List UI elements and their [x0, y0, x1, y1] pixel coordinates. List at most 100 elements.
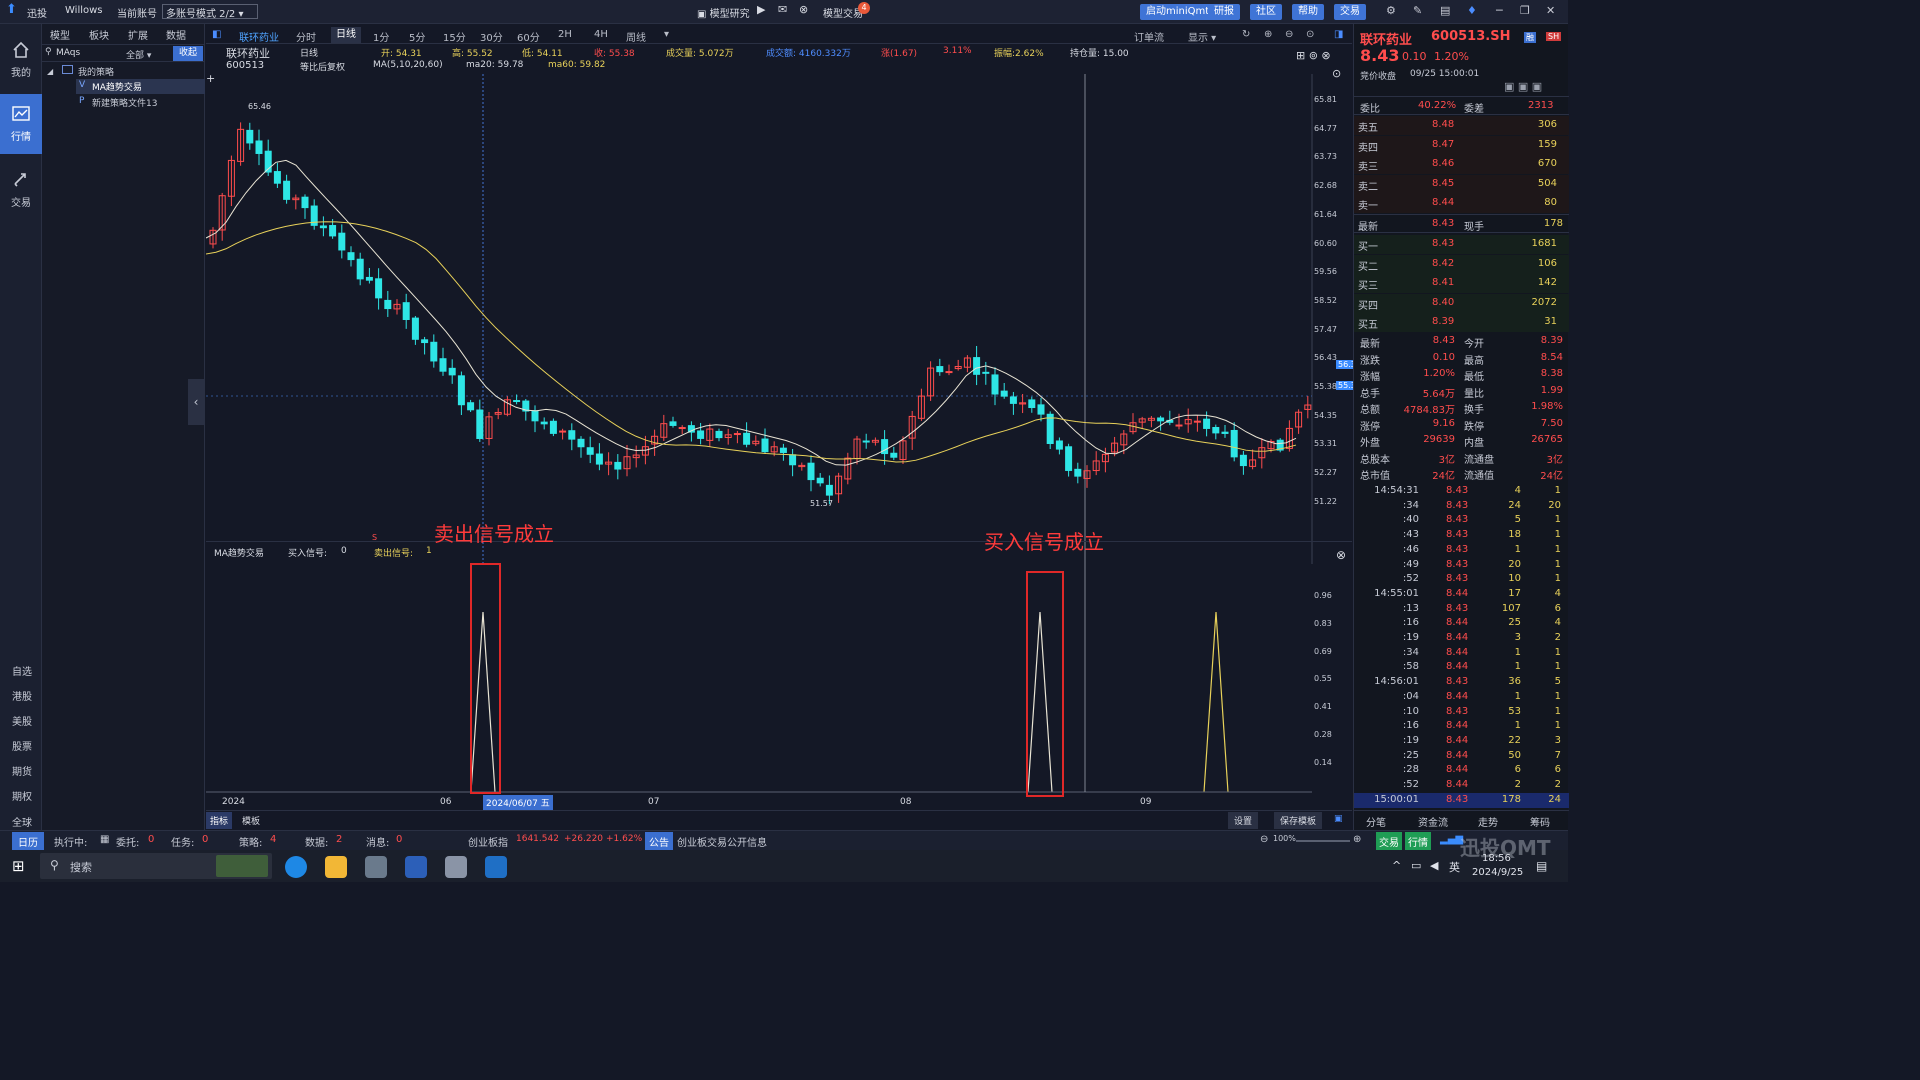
order-book-row[interactable]: 买二 8.42 106 [1354, 254, 1569, 274]
tab-4h[interactable]: 4H [594, 29, 608, 40]
save-template-button[interactable]: 保存模板 [1274, 812, 1323, 829]
entrust-label[interactable]: 委托: [116, 834, 139, 849]
research-button[interactable]: 研报 [1208, 4, 1240, 20]
tab-ticks[interactable]: 分笔 [1366, 814, 1386, 829]
tab-capital-flow[interactable]: 资金流 [1418, 814, 1448, 829]
zoom-in-icon[interactable]: ⊕ [1264, 29, 1272, 40]
more-periods-icon[interactable]: ▾ [664, 29, 669, 40]
layout-toggle-icon[interactable]: ▣ [1334, 814, 1343, 824]
help-button[interactable]: 帮助 [1292, 4, 1324, 20]
clock-date[interactable]: 2024/9/25 [1472, 867, 1523, 878]
panel-toggle-icon[interactable]: ◧ [212, 29, 221, 40]
collapse-button[interactable]: 收起 [173, 46, 203, 61]
menu-sector[interactable]: 板块 [89, 27, 109, 42]
tab-weekly[interactable]: 周线 [626, 29, 646, 44]
order-flow-button[interactable]: 订单流 [1134, 29, 1164, 44]
edit-icon[interactable]: ✎ [1413, 4, 1422, 17]
nav-stocks[interactable]: 股票 [12, 738, 32, 753]
task-label[interactable]: 任务: [171, 834, 194, 849]
order-book-row[interactable]: 买一 8.43 1681 [1354, 235, 1569, 254]
order-book-row[interactable]: 买五 8.39 31 [1354, 313, 1569, 333]
tab-60min[interactable]: 60分 [517, 29, 540, 44]
edge-browser-icon[interactable] [285, 856, 307, 878]
refresh-icon[interactable]: ↻ [1242, 29, 1250, 40]
order-book-row[interactable]: 买四 8.40 2072 [1354, 293, 1569, 313]
tree-item-ma-trend[interactable]: V MA趋势交易 [76, 79, 205, 94]
user-name[interactable]: Willows [65, 5, 103, 16]
quote-tools-icon[interactable]: ▣ ▣ ▣ [1504, 80, 1542, 93]
indicator-name[interactable]: MA趋势交易 [214, 546, 264, 559]
nav-futures[interactable]: 期货 [12, 763, 32, 778]
nav-us-stocks[interactable]: 美股 [12, 713, 32, 728]
split-view-icon[interactable]: ◨ [1334, 29, 1343, 40]
notification-icon[interactable]: ▤ [1536, 859, 1547, 873]
minimize-icon[interactable]: ─ [1496, 4, 1503, 17]
community-button[interactable]: 社区 [1250, 4, 1282, 20]
account-mode-select[interactable]: 多账号模式 2/2 ▾ [162, 4, 259, 20]
app-icon-1[interactable] [365, 856, 387, 878]
trade-button[interactable]: 交易 [1334, 4, 1366, 20]
volume-icon[interactable]: ◀ [1430, 859, 1438, 872]
nav-trade[interactable]: 交易 [0, 160, 42, 220]
nav-mine[interactable]: 我的 [0, 30, 42, 90]
notice-text[interactable]: 创业板交易公开信息 [677, 834, 767, 849]
tab-5min[interactable]: 5分 [409, 29, 425, 44]
tab-15min[interactable]: 15分 [443, 29, 466, 44]
tab-templates[interactable]: 模板 [242, 814, 260, 827]
order-book-row[interactable]: 卖三 8.46 670 [1354, 155, 1569, 175]
zoom-out-icon[interactable]: ⊖ [1285, 29, 1293, 40]
nav-global[interactable]: 全球 [12, 814, 32, 829]
zoom-slider[interactable] [1296, 840, 1350, 842]
tree-folder-label[interactable]: 我的策略 [78, 65, 114, 78]
tab-30min[interactable]: 30分 [480, 29, 503, 44]
start-miniqmt-button[interactable]: 启动miniQmt [1140, 4, 1216, 20]
filter-select[interactable]: 全部 ▾ [126, 48, 151, 61]
menu-data[interactable]: 数据 [166, 27, 186, 42]
xuntou-app-icon[interactable] [405, 856, 427, 878]
tab-model-research[interactable]: ▣ 模型研究 [697, 5, 750, 20]
tree-item-new-strategy[interactable]: P 新建策略文件13 [76, 95, 205, 110]
index-name[interactable]: 创业板指 [468, 834, 508, 849]
expand-arrow-icon[interactable]: ◢ [47, 67, 53, 76]
order-book-row[interactable]: 卖五 8.48 306 [1354, 116, 1569, 135]
nav-watchlist[interactable]: 自选 [12, 663, 32, 678]
mail-icon[interactable]: ✉ [778, 3, 787, 16]
windows-start-icon[interactable]: ⊞ [12, 857, 25, 875]
chart-tools-icon[interactable]: ⊞ ⊚ ⊗ [1296, 49, 1331, 62]
tab-2h[interactable]: 2H [558, 29, 572, 40]
display-menu[interactable]: 显示 ▾ [1188, 29, 1216, 44]
close-icon[interactable]: ✕ [1546, 4, 1555, 17]
file-explorer-icon[interactable] [325, 856, 347, 878]
data-label[interactable]: 数据: [305, 834, 328, 849]
order-book-row[interactable]: 卖四 8.47 159 [1354, 135, 1569, 155]
collapse-panel-chevron-icon[interactable]: ‹ [188, 379, 204, 425]
tab-trend[interactable]: 走势 [1478, 814, 1498, 829]
tab-chips[interactable]: 筹码 [1530, 814, 1550, 829]
order-book-row[interactable]: 买三 8.41 142 [1354, 274, 1569, 294]
taskbar-search-box[interactable]: ⚲ 搜索 [40, 853, 272, 879]
order-book-row[interactable]: 卖一 8.44 80 [1354, 194, 1569, 214]
quote-status-tag[interactable]: 行情 [1405, 832, 1431, 851]
search-input[interactable]: MAqs [56, 48, 80, 58]
message-label[interactable]: 消息: [366, 834, 389, 849]
trade-status-tag[interactable]: 交易 [1376, 832, 1402, 851]
tab-daily[interactable]: 日线 [331, 27, 361, 43]
layout-icon[interactable]: ▤ [1440, 4, 1450, 17]
ime-indicator[interactable]: 英 [1449, 859, 1460, 875]
play-icon[interactable]: ▶ [757, 3, 765, 16]
strategy-label[interactable]: 策略: [239, 834, 262, 849]
close-circle-icon[interactable]: ⊗ [799, 3, 808, 16]
signal-chart[interactable] [206, 564, 1312, 794]
menu-model[interactable]: 模型 [50, 27, 70, 42]
order-book-row[interactable]: 卖二 8.45 504 [1354, 174, 1569, 194]
nav-hk-stocks[interactable]: 港股 [12, 688, 32, 703]
adjust-label[interactable]: 等比后复权 [300, 60, 345, 73]
tab-intraday[interactable]: 分时 [296, 29, 316, 44]
zoom-in-small-icon[interactable]: ⊕ [1353, 834, 1361, 845]
menu-extend[interactable]: 扩展 [128, 27, 148, 42]
ma-params[interactable]: MA(5,10,20,60) [373, 60, 443, 70]
app-icon-2[interactable] [445, 856, 467, 878]
nav-market[interactable]: 行情 [0, 94, 42, 154]
fit-icon[interactable]: ⊙ [1306, 29, 1314, 40]
tab-model-trading[interactable]: 模型交易 [823, 5, 863, 20]
